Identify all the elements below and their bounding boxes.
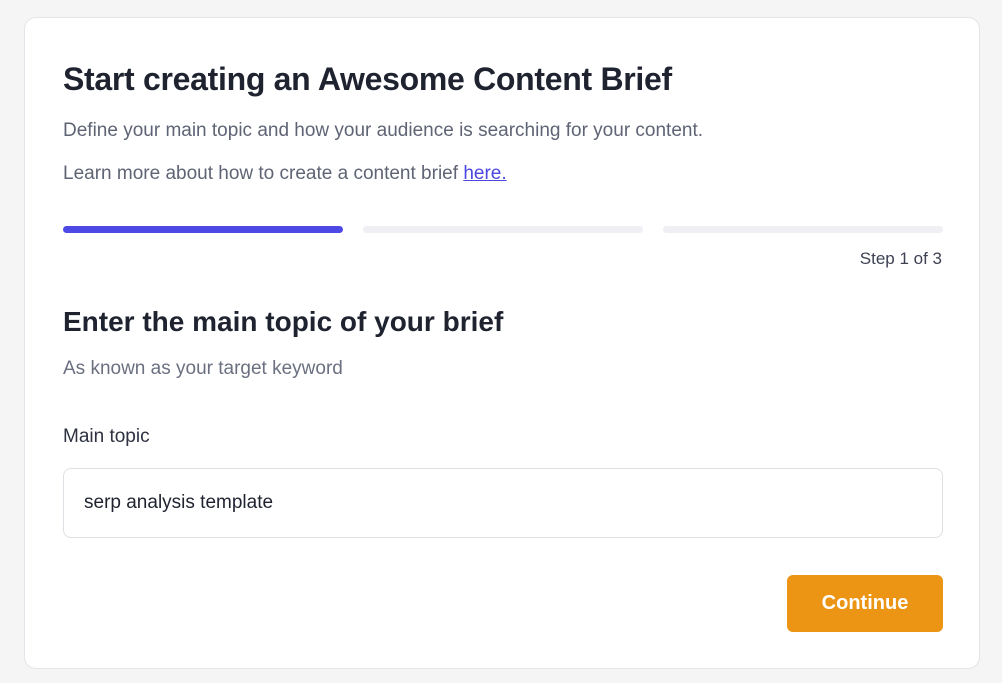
page-title: Start creating an Awesome Content Brief xyxy=(63,61,672,97)
step-progress-bar xyxy=(63,226,943,234)
page-description: Define your main topic and how your audi… xyxy=(63,120,704,141)
brief-card: Start creating an Awesome Content Brief … xyxy=(24,17,980,669)
learn-more-prefix: Learn more about how to create a content… xyxy=(63,163,464,184)
main-topic-label: Main topic xyxy=(63,426,150,447)
step-indicator: Step 1 of 3 xyxy=(859,249,942,268)
learn-more-text: Learn more about how to create a content… xyxy=(63,161,507,187)
step-title: Enter the main topic of your brief xyxy=(63,306,504,337)
continue-button[interactable]: Continue xyxy=(787,575,943,632)
progress-segment-2 xyxy=(363,226,643,233)
main-topic-input[interactable] xyxy=(63,468,943,538)
progress-segment-3 xyxy=(663,226,943,233)
learn-more-link[interactable]: here. xyxy=(463,163,506,184)
step-hint: As known as your target keyword xyxy=(63,358,343,379)
progress-segment-1 xyxy=(63,226,343,233)
